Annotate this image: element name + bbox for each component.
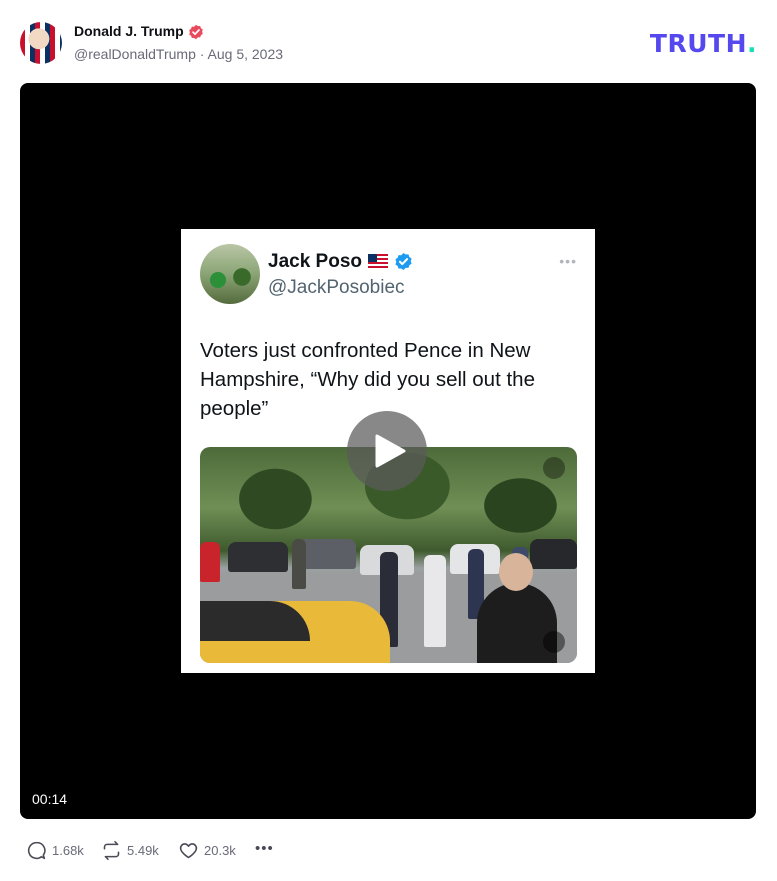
photo-sound-icon [543, 631, 565, 653]
play-button[interactable] [347, 411, 427, 491]
like-count: 20.3k [204, 843, 236, 858]
photo-person [292, 539, 306, 589]
photo-person [424, 555, 446, 647]
reply-count: 1.68k [52, 843, 84, 858]
like-button[interactable]: 20.3k [178, 839, 243, 863]
photo-car [228, 542, 288, 572]
author-avatar[interactable] [20, 22, 62, 64]
verified-badge-icon [189, 24, 203, 40]
photo-car [530, 539, 577, 569]
reply-button[interactable]: 1.68k [26, 839, 86, 863]
tweet-text: Voters just confronted Pence in New Hamp… [200, 339, 535, 420]
video-player[interactable]: Jack Poso @JackPosobiec ••• Voters just … [20, 83, 756, 819]
author-handle-and-date: @realDonaldTrump · Aug 5, 2023 [74, 46, 284, 62]
play-icon [375, 434, 406, 468]
tweet-author-name: Jack Poso [268, 251, 362, 272]
photo-car [298, 539, 356, 569]
tweet-verified-icon [395, 252, 412, 271]
retruth-button[interactable]: 5.49k [101, 839, 166, 863]
photo-person [200, 542, 220, 582]
logo-text: TRUTH [649, 29, 747, 58]
video-duration: 00:14 [32, 791, 68, 807]
tweet-author-handle: @JackPosobiec [268, 277, 405, 298]
photo-yellow-car [200, 601, 390, 663]
post-actions: 1.68k 5.49k 20.3k ••• [26, 839, 426, 863]
us-flag-icon [368, 254, 388, 268]
photo-overlay-icon [543, 457, 565, 479]
more-options-button[interactable]: ••• [254, 839, 278, 863]
post-header: Donald J. Trump @realDonaldTrump · Aug 5… [20, 20, 757, 66]
retruth-icon [103, 840, 120, 861]
tweet-more-icon: ••• [559, 253, 577, 269]
truth-social-logo[interactable]: TRUTH. [650, 29, 757, 58]
tweet-avatar [200, 244, 260, 304]
more-icon: ••• [255, 840, 274, 857]
retruth-count: 5.49k [127, 843, 159, 858]
reply-icon [27, 841, 46, 860]
logo-dot: . [747, 29, 757, 58]
heart-icon [179, 843, 198, 859]
photo-man-foreground [477, 553, 557, 663]
author-name[interactable]: Donald J. Trump [74, 23, 184, 39]
